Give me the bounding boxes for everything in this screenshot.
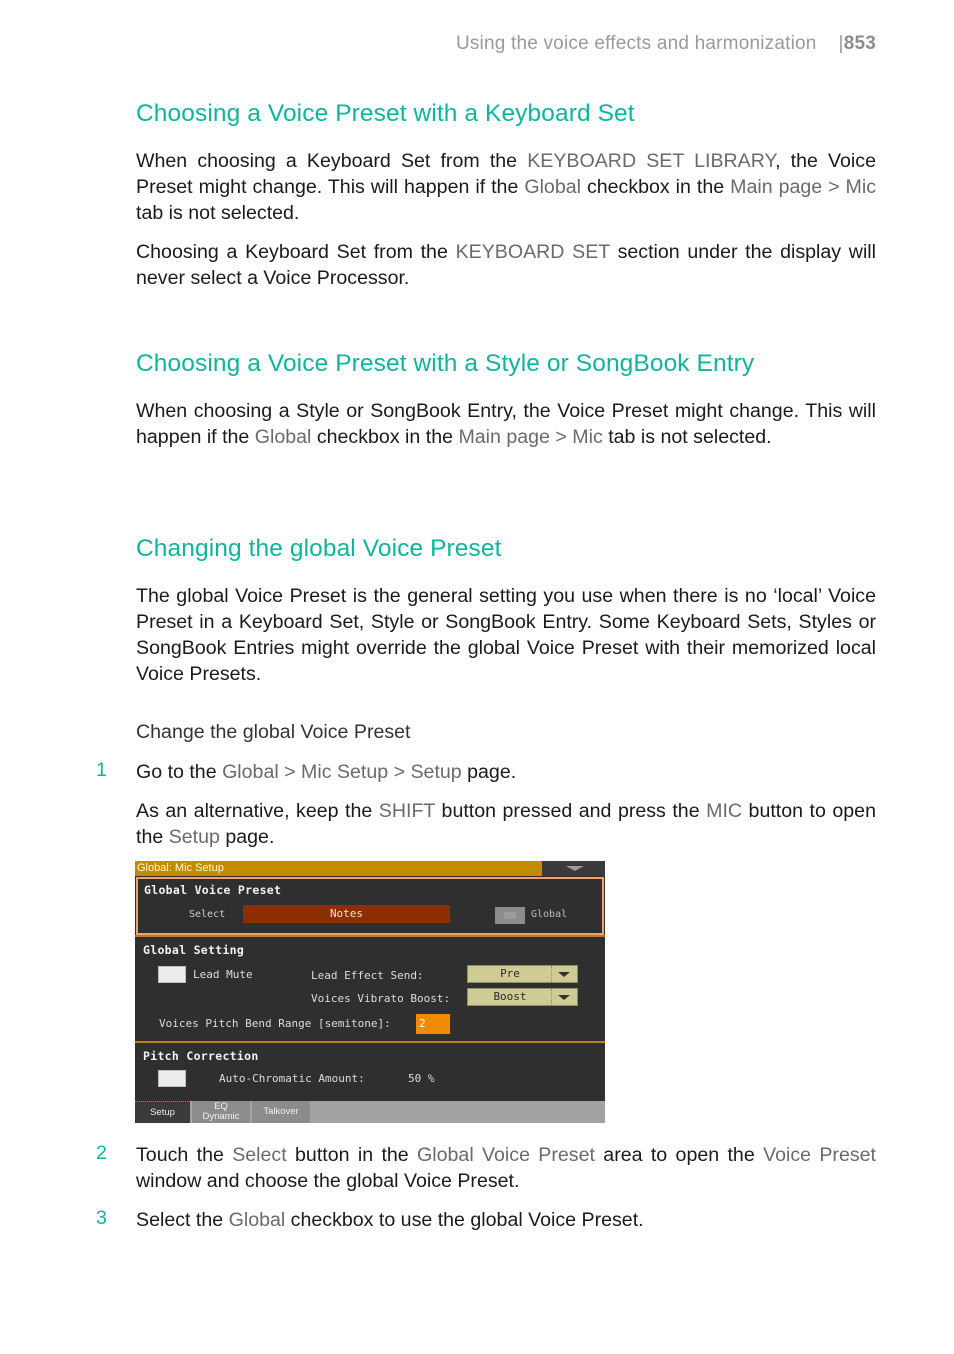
ui-reference: KEYBOARD SET LIBRARY	[527, 150, 776, 172]
text: checkbox in the	[580, 176, 731, 198]
tab-label-line2: Dynamic	[202, 1111, 240, 1122]
ui-reference: Global	[524, 176, 581, 198]
text: Choosing a Keyboard Set from the	[136, 241, 456, 263]
lead-mute-checkbox[interactable]	[158, 966, 186, 983]
lead-mute-label: Lead Mute	[193, 968, 253, 981]
ui-reference: Global	[228, 1209, 286, 1231]
tab-setup[interactable]: Setup	[135, 1101, 190, 1123]
ui-reference: MIC	[706, 800, 743, 822]
text: page.	[461, 761, 517, 783]
voice-preset-select-button[interactable]: Notes	[243, 905, 450, 923]
global-checkbox-label: Global	[531, 909, 568, 920]
dropdown-arrow-icon	[551, 989, 577, 1005]
section-divider	[135, 1041, 605, 1043]
paragraph: When choosing a Style or SongBook Entry,…	[136, 398, 876, 450]
running-header: Using the voice effects and harmonizatio…	[456, 33, 876, 55]
ui-reference: Select	[232, 1144, 287, 1166]
tab-bar: Setup EQ Dynamic Talkover	[135, 1101, 605, 1123]
page-number: 853	[843, 33, 876, 54]
step-text: Touch the Select button in the Global Vo…	[136, 1142, 876, 1194]
procedure-title: Change the global Voice Preset	[136, 721, 411, 743]
auto-chromatic-amount-value[interactable]: 50 %	[408, 1072, 435, 1085]
page-menu-button[interactable]	[542, 861, 605, 876]
paragraph: When choosing a Keyboard Set from the KE…	[136, 148, 876, 226]
text: area to open the	[594, 1144, 764, 1166]
section-divider	[135, 935, 605, 937]
tab-eq-dynamic[interactable]: EQ Dynamic	[192, 1101, 250, 1123]
lead-effect-send-label: Lead Effect Send:	[311, 969, 424, 982]
pitch-correction-title: Pitch Correction	[143, 1049, 259, 1063]
step-number: 2	[96, 1142, 107, 1164]
section-heading-style-songbook: Choosing a Voice Preset with a Style or …	[136, 350, 755, 377]
text: checkbox in the	[311, 426, 459, 448]
ui-reference: Global	[254, 426, 312, 448]
select-label: Select	[189, 909, 226, 920]
pitch-bend-range-label: Voices Pitch Bend Range [semitone]:	[159, 1017, 391, 1030]
text: button pressed and press the	[435, 800, 707, 822]
screen-title: Global: Mic Setup	[135, 861, 542, 876]
step-number: 3	[96, 1207, 107, 1229]
global-voice-preset-panel: Global Voice Preset Select Notes Global	[136, 877, 604, 935]
chapter-title: Using the voice effects and harmonizatio…	[455, 33, 817, 54]
pitch-correction-checkbox[interactable]	[158, 1070, 186, 1087]
text: When choosing a Keyboard Set from the	[136, 150, 528, 172]
section-heading-keyboard-set: Choosing a Voice Preset with a Keyboard …	[136, 100, 635, 127]
ui-reference: KEYBOARD SET	[455, 241, 610, 263]
dropdown-value: Boost	[493, 990, 527, 1003]
text: page.	[219, 826, 275, 848]
ui-reference: Setup	[168, 826, 220, 848]
auto-chromatic-amount-label: Auto-Chromatic Amount:	[219, 1072, 365, 1085]
tab-talkover[interactable]: Talkover	[252, 1101, 310, 1123]
ui-reference: SHIFT	[378, 800, 436, 822]
step-number: 1	[96, 759, 107, 781]
mic-setup-screenshot: Global: Mic Setup Global Voice Preset Se…	[135, 861, 605, 1123]
paragraph: Choosing a Keyboard Set from the KEYBOAR…	[136, 239, 876, 291]
vibrato-boost-label: Voices Vibrato Boost:	[311, 992, 451, 1005]
text: tab is not selected.	[602, 426, 772, 448]
ui-reference: Global > Mic Setup > Setup	[222, 761, 462, 783]
text: Select the	[136, 1209, 229, 1231]
dropdown-arrow-icon	[551, 966, 577, 982]
ui-reference: Global Voice Preset	[417, 1144, 595, 1166]
text: window and choose the global Voice Prese…	[136, 1170, 520, 1192]
text: Go to the	[136, 761, 223, 783]
panel-title: Global Voice Preset	[144, 883, 282, 897]
pitch-bend-range-field[interactable]: 2	[416, 1014, 450, 1034]
text: As an alternative, keep the	[136, 800, 379, 822]
section-heading-global-voice-preset: Changing the global Voice Preset	[136, 535, 502, 562]
text: checkbox to use the global Voice Preset.	[285, 1209, 644, 1231]
global-setting-title: Global Setting	[143, 943, 245, 957]
ui-reference: Main page > Mic	[730, 176, 877, 198]
vibrato-boost-dropdown[interactable]: Boost	[467, 988, 578, 1006]
paragraph: The global Voice Preset is the general s…	[136, 583, 876, 687]
lead-effect-send-dropdown[interactable]: Pre	[467, 965, 578, 983]
dropdown-value: Pre	[500, 967, 520, 980]
step-text: Select the Global checkbox to use the gl…	[136, 1207, 876, 1233]
step-text: Go to the Global > Mic Setup > Setup pag…	[136, 759, 876, 785]
text: Touch the	[136, 1144, 233, 1166]
text: The global Voice Preset is the general s…	[136, 585, 876, 685]
ui-reference: Voice Preset	[763, 1144, 876, 1166]
global-checkbox[interactable]	[495, 907, 525, 924]
text: button in the	[286, 1144, 418, 1166]
step-note: As an alternative, keep the SHIFT button…	[136, 798, 876, 850]
text: tab is not selected.	[136, 202, 300, 224]
ui-reference: Main page > Mic	[458, 426, 603, 448]
